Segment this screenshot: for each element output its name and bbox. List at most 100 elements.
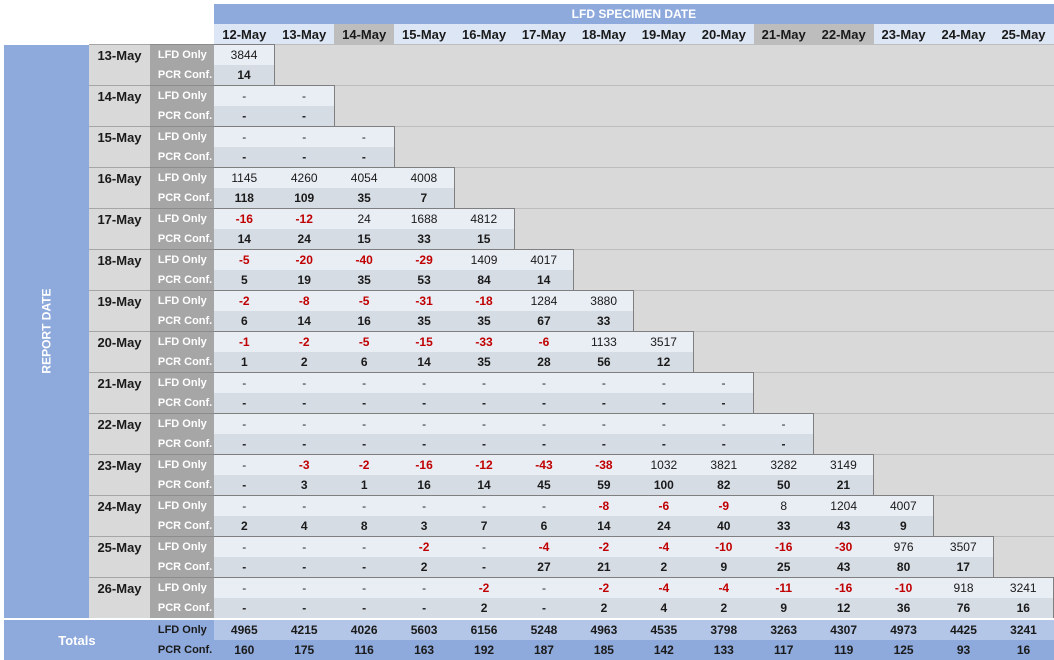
empty-cell bbox=[693, 106, 754, 127]
empty-cell bbox=[633, 249, 694, 270]
empty-cell bbox=[933, 65, 994, 86]
empty-cell bbox=[813, 434, 874, 455]
report-row-lfd: 21-May LFD Only - - - - - - - - - bbox=[4, 372, 1054, 414]
report-row-lfd: 14-May LFD Only - - bbox=[4, 85, 1054, 127]
report-row-lfd: 26-May LFD Only - - - - -2- -2 -4 -4 -11 -16 -10 918 3… bbox=[4, 577, 1054, 619]
empty-cell bbox=[454, 147, 514, 168]
total-lfd-cell: 4425 bbox=[933, 618, 994, 640]
total-pcr-cell: 175 bbox=[274, 640, 335, 660]
pcr-count-cell: 35 bbox=[454, 311, 514, 332]
lfd-count-cell: -16 bbox=[394, 454, 455, 475]
empty-cell bbox=[933, 352, 994, 373]
empty-cell bbox=[573, 270, 634, 291]
specimen-date-header: 14-May bbox=[334, 24, 395, 45]
total-lfd-cell: 4215 bbox=[274, 618, 335, 640]
total-pcr-cell: 187 bbox=[514, 640, 574, 660]
lfd-count-cell: 4008 bbox=[394, 167, 455, 188]
lfd-count-cell: -10 bbox=[873, 577, 934, 598]
total-lfd-cell: 5603 bbox=[394, 618, 455, 640]
report-date-axis-text: REPORT DATE bbox=[39, 288, 54, 374]
pcr-count-cell: 27 bbox=[514, 557, 574, 578]
empty-cell bbox=[753, 147, 814, 168]
pcr-count-cell: 118 bbox=[214, 188, 275, 209]
report-date-label: 19-May bbox=[89, 290, 150, 332]
empty-cell bbox=[693, 331, 754, 352]
empty-cell bbox=[693, 290, 754, 311]
lfd-count-cell: -2 bbox=[214, 290, 275, 311]
empty-cell bbox=[753, 270, 814, 291]
empty-cell bbox=[813, 352, 874, 373]
report-row-lfd: 25-May LFD Only - - - -2- -4 -2 -4 -10 -16 -30 976 35… bbox=[4, 536, 1054, 578]
empty-cell bbox=[813, 372, 874, 393]
lfd-count-cell: - bbox=[633, 413, 694, 434]
pcr-count-cell: 9 bbox=[873, 516, 935, 537]
lfd-count-cell: - bbox=[274, 495, 335, 516]
report-date-label: 18-May bbox=[89, 249, 150, 291]
empty-cell bbox=[993, 106, 1054, 127]
report-row-pcr: PCR Conf. - - bbox=[4, 106, 1054, 127]
specimen-date-header: 19-May bbox=[633, 24, 694, 45]
pcr-count-cell: 1 bbox=[214, 352, 275, 373]
pcr-count-cell: - bbox=[573, 393, 634, 414]
empty-cell bbox=[813, 249, 874, 270]
lfd-count-cell: - bbox=[334, 126, 395, 147]
pcr-count-cell: 14 bbox=[454, 475, 514, 496]
empty-cell bbox=[933, 393, 994, 414]
pcr-count-cell: - bbox=[214, 598, 275, 619]
row-type-lfd-label: LFD Only bbox=[149, 331, 215, 352]
specimen-date-header: 13-May bbox=[274, 24, 335, 45]
empty-cell bbox=[633, 229, 694, 250]
report-date-label: 24-May bbox=[89, 495, 150, 537]
empty-cell bbox=[693, 126, 754, 147]
lfd-count-cell: - bbox=[334, 413, 395, 434]
pcr-count-cell: - bbox=[214, 475, 275, 496]
totals-row-lfd: Totals LFD Only 4965 4215 4026 5603 6156 5248 49… bbox=[4, 618, 1054, 660]
pcr-count-cell: - bbox=[334, 434, 395, 455]
empty-cell bbox=[813, 331, 874, 352]
lfd-count-cell: 4017 bbox=[514, 249, 575, 270]
specimen-date-header: 16-May bbox=[454, 24, 514, 45]
row-type-lfd-label: LFD Only bbox=[149, 413, 215, 434]
pcr-count-cell: 21 bbox=[573, 557, 634, 578]
pcr-count-cell: - bbox=[394, 393, 455, 414]
lfd-count-cell: 1032 bbox=[633, 454, 694, 475]
pcr-count-cell: 50 bbox=[753, 475, 814, 496]
empty-cell bbox=[753, 208, 814, 229]
lfd-count-cell: -5 bbox=[334, 290, 395, 311]
empty-cell bbox=[873, 311, 934, 332]
pcr-count-cell: - bbox=[394, 434, 455, 455]
lfd-count-cell: - bbox=[454, 413, 514, 434]
pcr-count-cell: 3 bbox=[274, 475, 335, 496]
lfd-count-cell: -16 bbox=[214, 208, 275, 229]
specimen-date-header: 21-May bbox=[753, 24, 814, 45]
pcr-count-cell: 9 bbox=[753, 598, 814, 619]
report-row-pcr: PCR Conf. 1 2 6 14 35 28 56 12 bbox=[4, 352, 1054, 373]
empty-cell bbox=[514, 126, 574, 147]
report-row-pcr: PCR Conf. -3 1 16 14 45 59 100 82 50 21 bbox=[4, 475, 1054, 496]
header-corner-blank bbox=[4, 4, 215, 24]
total-pcr-cell: 117 bbox=[753, 640, 814, 660]
empty-cell bbox=[873, 65, 934, 86]
empty-cell bbox=[514, 106, 574, 127]
lfd-count-cell: -18 bbox=[454, 290, 514, 311]
empty-cell bbox=[813, 65, 874, 86]
pcr-count-cell: - bbox=[334, 598, 395, 619]
empty-cell bbox=[633, 126, 694, 147]
empty-cell bbox=[993, 495, 1054, 516]
empty-cell bbox=[933, 372, 994, 393]
empty-cell bbox=[693, 188, 754, 209]
empty-cell bbox=[693, 208, 754, 229]
pcr-count-cell: - bbox=[274, 598, 335, 619]
empty-cell bbox=[394, 106, 455, 127]
pcr-count-cell: 100 bbox=[633, 475, 694, 496]
report-date-label: 23-May bbox=[89, 454, 150, 496]
lfd-count-cell: - bbox=[693, 413, 754, 434]
pcr-count-cell: 7 bbox=[454, 516, 514, 537]
empty-cell bbox=[993, 311, 1054, 332]
pcr-count-cell: - bbox=[753, 434, 815, 455]
empty-cell bbox=[693, 44, 754, 65]
empty-cell bbox=[633, 290, 694, 311]
report-date-axis-label: REPORT DATE bbox=[4, 44, 90, 619]
lfd-count-cell: -6 bbox=[633, 495, 694, 516]
total-lfd-cell: 3241 bbox=[993, 618, 1054, 640]
